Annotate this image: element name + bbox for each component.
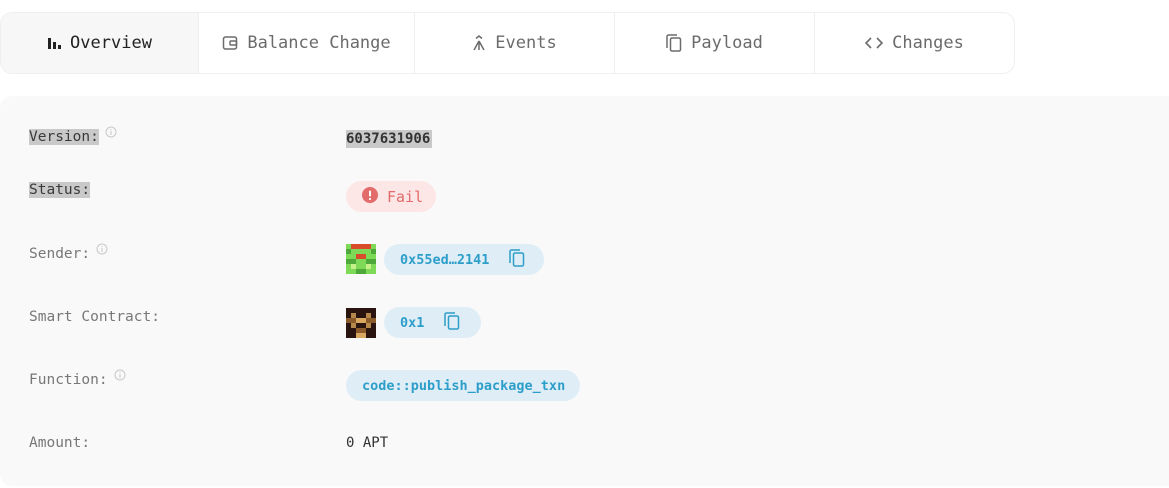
function-label-row: Function: bbox=[29, 369, 126, 388]
info-icon[interactable] bbox=[96, 243, 108, 259]
tab-label: Events bbox=[495, 33, 557, 53]
contract-label: Smart Contract: bbox=[29, 309, 160, 325]
amount-value: 0 APT bbox=[346, 435, 389, 451]
copy-icon bbox=[666, 34, 682, 52]
tab-label: Payload bbox=[691, 33, 763, 53]
status-label-row: Status: bbox=[29, 182, 91, 198]
tab-label: Overview bbox=[70, 33, 152, 53]
sender-label: Sender: bbox=[29, 246, 91, 262]
tab-label: Balance Change bbox=[247, 33, 391, 53]
contract-address-pill[interactable]: 0x1 bbox=[384, 307, 481, 338]
tab-bar: Overview Balance Change Events Payload C… bbox=[0, 12, 1015, 74]
contract-avatar bbox=[346, 308, 376, 338]
version-label-row: Version: bbox=[29, 126, 117, 145]
tab-label: Changes bbox=[892, 33, 964, 53]
status-badge: Fail bbox=[346, 181, 436, 212]
sender-label-row: Sender: bbox=[29, 243, 108, 262]
tab-overview[interactable]: Overview bbox=[1, 13, 199, 73]
amount-label-row: Amount: bbox=[29, 435, 90, 451]
tab-payload[interactable]: Payload bbox=[615, 13, 815, 73]
contract-address[interactable]: 0x1 bbox=[400, 315, 424, 331]
contract-label-row: Smart Contract: bbox=[29, 309, 160, 325]
status-label: Status: bbox=[29, 182, 91, 198]
copy-icon[interactable] bbox=[509, 248, 525, 271]
merge-arrow-icon bbox=[472, 35, 486, 51]
bar-chart-icon bbox=[47, 36, 62, 50]
info-icon[interactable] bbox=[105, 126, 117, 142]
function-label: Function: bbox=[29, 372, 108, 388]
version-value: 6037631906 bbox=[346, 130, 433, 148]
status-text: Fail bbox=[387, 187, 424, 206]
tab-changes[interactable]: Changes bbox=[815, 13, 1014, 73]
sender-address-pill[interactable]: 0x55ed…2141 bbox=[384, 244, 544, 275]
function-pill[interactable]: code::publish_package_txn bbox=[346, 370, 580, 401]
code-icon bbox=[865, 36, 884, 50]
wallet-icon bbox=[222, 35, 238, 51]
overview-panel bbox=[0, 96, 1169, 486]
amount-label: Amount: bbox=[29, 435, 91, 451]
sender-avatar bbox=[346, 244, 376, 274]
sender-address[interactable]: 0x55ed…2141 bbox=[400, 252, 489, 268]
info-icon[interactable] bbox=[114, 369, 126, 385]
version-label: Version: bbox=[29, 129, 99, 145]
copy-icon[interactable] bbox=[444, 311, 460, 334]
error-icon bbox=[362, 186, 378, 207]
function-name[interactable]: code::publish_package_txn bbox=[362, 378, 565, 394]
tab-events[interactable]: Events bbox=[415, 13, 615, 73]
tab-balance-change[interactable]: Balance Change bbox=[199, 13, 415, 73]
